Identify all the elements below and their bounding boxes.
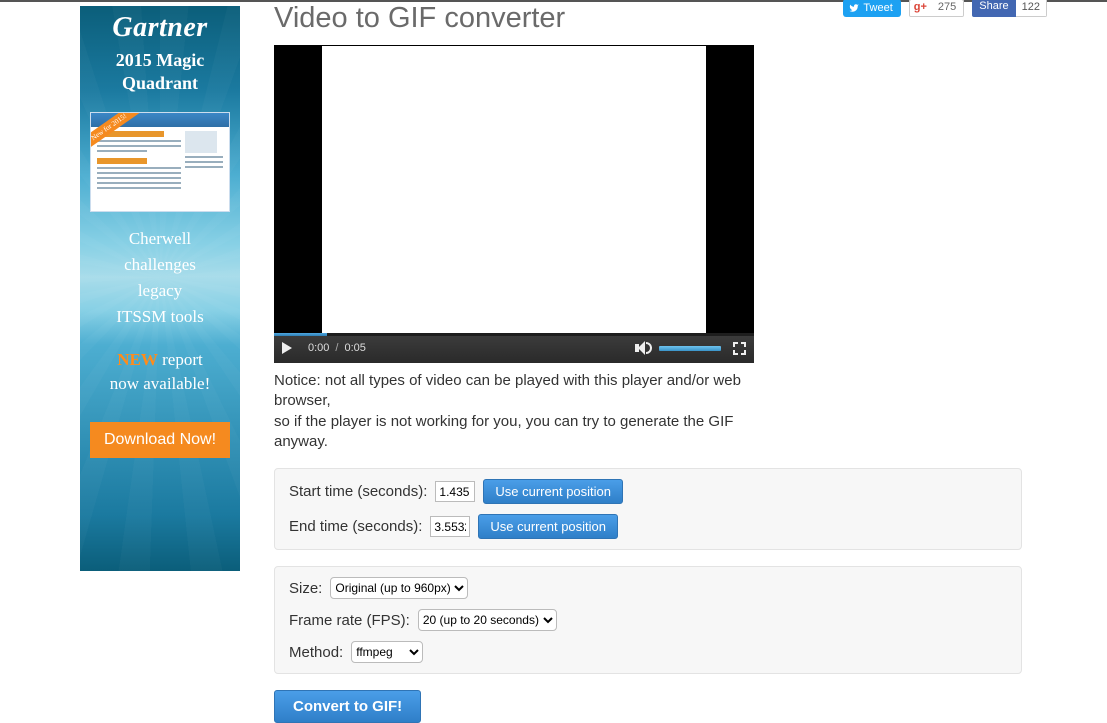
fps-select[interactable]: 20 (up to 20 seconds) [418,609,557,631]
size-label: Size: [289,580,322,597]
end-use-position-button[interactable]: Use current position [478,514,618,539]
gplus-icon: g+ [910,0,931,16]
time-panel: Start time (seconds): Use current positi… [274,468,1022,550]
player-notice: Notice: not all types of video can be pl… [274,371,754,452]
ad-screenshot: New for 2015! [90,112,230,212]
fullscreen-icon[interactable] [733,342,746,355]
start-use-position-button[interactable]: Use current position [483,479,623,504]
ad-challenge: Cherwell challenges legacy ITSSM tools [80,226,240,330]
ad-new-label: NEW [117,350,158,369]
fb-share-button[interactable]: Share 122 [972,0,1047,17]
ad-brand: Gartner [80,6,240,46]
video-pillarbox-right [706,45,754,333]
method-select[interactable]: ffmpeg [351,641,423,663]
end-time-input[interactable] [430,516,470,537]
video-player: 0:00 / 0:05 [274,45,754,363]
end-time-label: End time (seconds): [289,518,422,535]
play-icon[interactable] [282,342,292,354]
video-controls: 0:00 / 0:05 [274,333,754,363]
ad-report: NEW report now available! [80,348,240,396]
tweet-button[interactable]: Tweet [843,0,900,17]
method-label: Method: [289,644,343,661]
volume-slider[interactable] [659,346,721,351]
convert-button[interactable]: Convert to GIF! [274,690,421,723]
size-select[interactable]: Original (up to 960px) [330,577,468,599]
start-time-input[interactable] [435,481,475,502]
video-canvas[interactable] [322,45,706,333]
ad-heading-bottom: Quadrant [80,73,240,94]
ad-download-button[interactable]: Download Now! [90,422,230,458]
fps-label: Frame rate (FPS): [289,612,410,629]
fb-share-label: Share [972,0,1015,17]
time-separator: / [335,342,338,354]
video-current-time: 0:00 [308,342,329,354]
options-panel: Size: Original (up to 960px) Frame rate … [274,566,1022,674]
video-pillarbox-left [274,45,322,333]
fb-share-count: 122 [1016,0,1047,17]
volume-icon[interactable] [635,341,651,355]
ad-heading-top: 2015 Magic [80,50,240,71]
gplus-button[interactable]: g+ 275 [909,0,965,17]
video-duration: 0:05 [344,342,365,354]
video-progress-bar[interactable] [274,333,754,336]
page-title: Video to GIF converter [274,2,843,35]
start-time-label: Start time (seconds): [289,483,427,500]
twitter-icon [848,3,860,13]
sidebar-ad[interactable]: Gartner 2015 Magic Quadrant New for 2015… [80,6,240,571]
gplus-count: 275 [931,0,963,16]
